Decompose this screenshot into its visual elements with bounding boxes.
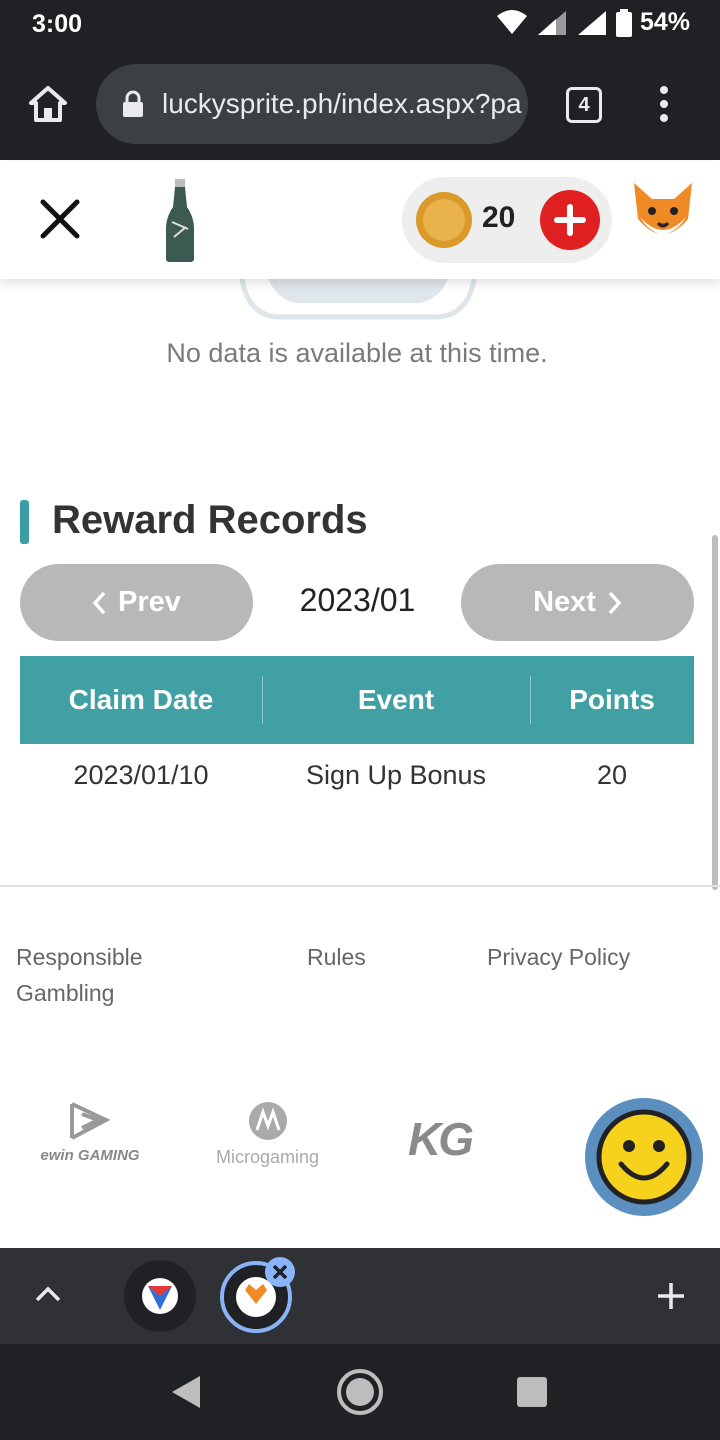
tab-strip [0,1248,720,1344]
column-header-event: Event [357,684,435,715]
recents-icon[interactable] [516,1376,548,1408]
address-bar[interactable]: luckysprite.ph/index.aspx?pa [96,64,528,144]
status-icons: 54% [496,8,690,37]
lock-icon [123,90,143,117]
url-text: luckysprite.ph/index.aspx?pa [162,88,522,119]
signal-icon-2 [577,10,606,35]
home-icon[interactable] [28,84,68,124]
tab-switcher-button[interactable]: 4 [566,87,602,123]
next-month-button[interactable]: Next [461,564,694,641]
signal-icon [537,10,566,35]
ewin-logo-icon [70,1102,111,1140]
next-label: Next [533,586,596,618]
prev-month-button[interactable]: Prev [20,564,253,641]
empty-illustration [239,279,477,320]
fox-avatar[interactable] [628,179,698,249]
more-options-icon[interactable] [654,84,674,124]
close-icon[interactable] [40,199,80,239]
privacy-policy-link[interactable]: Privacy Policy [487,939,630,975]
chevron-up-icon[interactable] [34,1285,62,1303]
ewin-logo-text: ewin GAMING [40,1147,140,1164]
browser-toolbar: luckysprite.ph/index.aspx?pa 4 [0,50,720,160]
home-nav-icon[interactable] [336,1368,384,1416]
cell-claim-date: 2023/01/10 [73,760,209,790]
cell-event: Sign Up Bonus [305,760,487,790]
table-header: Claim Date Event Points [20,656,694,744]
balance-pill: 20 [402,177,612,263]
wifi-icon [496,9,527,34]
footer-divider [0,885,720,887]
prev-label: Prev [118,586,181,618]
current-month: 2023/01 [299,582,416,618]
section-title: Reward Records [52,498,368,542]
responsible-gambling-link[interactable]: Responsible Gambling [16,939,186,1011]
back-icon[interactable] [170,1374,202,1410]
site-header: 20 [0,161,720,279]
battery-percent: 54% [639,8,690,36]
battery-icon [615,8,632,37]
partner-logo-ewin: ewin GAMING [30,1100,150,1164]
coin-icon [416,192,472,248]
partner-logo-kg: KG [408,1113,474,1165]
status-bar: 3:00 54% [0,0,720,50]
page-scrollbar[interactable] [712,535,718,890]
rules-link[interactable]: Rules [307,939,366,975]
section-accent-bar [20,500,29,544]
smiley-chat-button[interactable] [583,1096,705,1218]
microgaming-logo-text: Microgaming [215,1147,320,1167]
tab-thumbnail-1[interactable] [124,1260,196,1332]
column-header-claim-date: Claim Date [68,684,214,715]
chevron-left-icon [92,591,106,614]
cell-points: 20 [596,760,628,790]
system-nav-bar [0,1344,720,1440]
add-coins-button[interactable] [540,190,600,250]
close-tab-icon[interactable] [264,1256,296,1288]
coin-balance: 20 [482,201,516,234]
column-header-points: Points [569,684,655,715]
bottle-logo-icon[interactable] [160,177,200,263]
new-tab-icon[interactable] [656,1281,686,1311]
microgaming-logo-icon [248,1102,287,1140]
empty-message: No data is available at this time. [166,338,548,368]
partner-logo-microgaming: Microgaming [205,1100,330,1168]
status-time: 3:00 [32,10,83,38]
chevron-right-icon [608,591,622,614]
